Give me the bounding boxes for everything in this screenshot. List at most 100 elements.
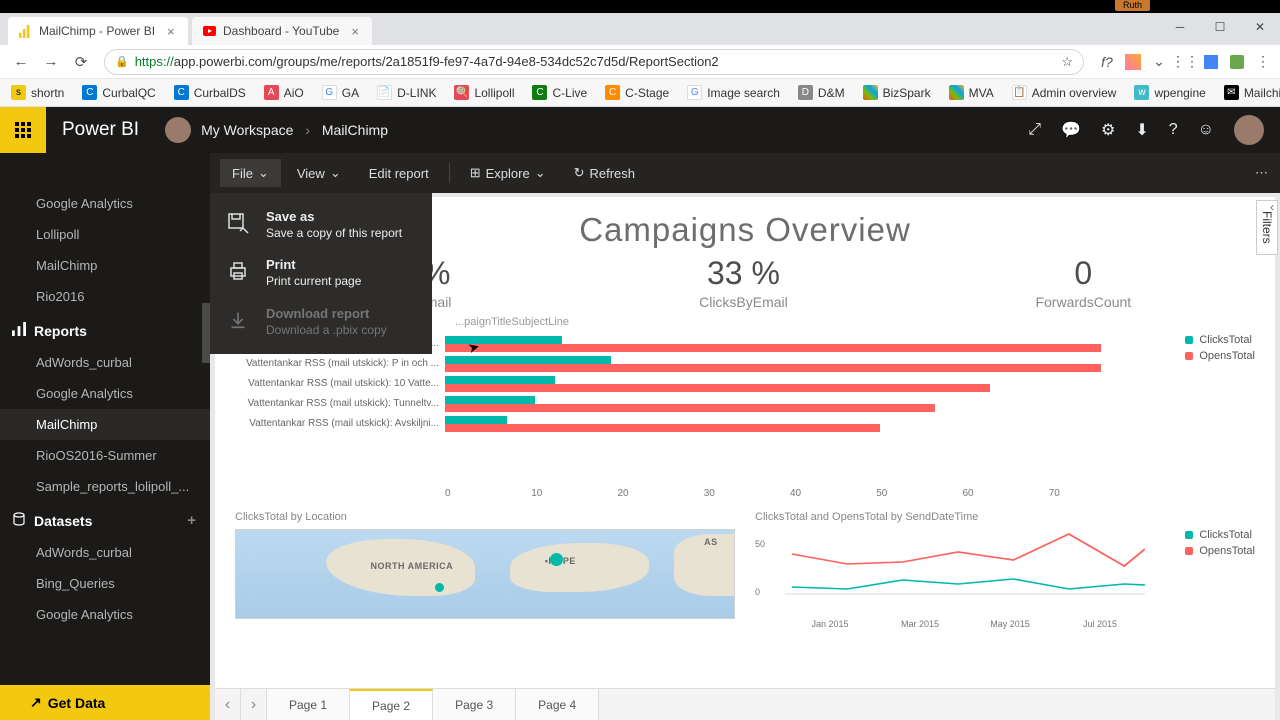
comment-icon[interactable]: 💬: [1061, 120, 1081, 140]
sidebar-report-item[interactable]: RioOS2016-Summer: [0, 440, 210, 471]
bookmark-item[interactable]: 📄D-LINK: [372, 82, 441, 103]
arrow-icon: ↗: [30, 694, 42, 711]
page-tab[interactable]: Page 3: [433, 689, 516, 720]
app-launcher-button[interactable]: [0, 107, 46, 153]
help-icon[interactable]: ?: [1169, 121, 1178, 139]
map-visual[interactable]: ClicksTotal by Location NORTH AMERICA •R…: [235, 511, 735, 629]
settings-icon[interactable]: ⚙: [1101, 120, 1115, 140]
sidebar: Google Analytics Lollipoll MailChimp Rio…: [0, 153, 210, 720]
reload-button[interactable]: ⟳: [66, 47, 96, 77]
bookmark-item[interactable]: DD&M: [793, 82, 850, 103]
get-data-button[interactable]: ↗ Get Data: [0, 685, 210, 720]
f-question-icon[interactable]: f?: [1096, 51, 1118, 73]
sidebar-dataset-item[interactable]: AdWords_curbal: [0, 537, 210, 568]
expand-icon[interactable]: ⤢: [1028, 121, 1041, 139]
tab-close-icon[interactable]: ×: [167, 24, 175, 39]
bookmark-item[interactable]: sshortn: [6, 82, 69, 103]
bookmark-item[interactable]: MVA: [944, 82, 999, 103]
chevron-right-icon: ›: [305, 122, 310, 138]
sidebar-reports-header[interactable]: Reports: [0, 312, 210, 347]
bookmark-item[interactable]: 🍭Lollipoll: [449, 82, 519, 103]
sidebar-report-item[interactable]: AdWords_curbal: [0, 347, 210, 378]
add-dataset-icon[interactable]: +: [187, 512, 196, 529]
bookmark-item[interactable]: CCurbalDS: [169, 82, 251, 103]
bookmark-star-icon[interactable]: ☆: [1061, 54, 1073, 70]
breadcrumb-report[interactable]: MailChimp: [322, 122, 388, 138]
breadcrumb-workspace[interactable]: My Workspace: [201, 122, 293, 138]
url-input[interactable]: 🔒 https://app.powerbi.com/groups/me/repo…: [104, 49, 1084, 75]
youtube-favicon-icon: [202, 24, 216, 38]
sidebar-scrollbar[interactable]: [202, 303, 210, 363]
page-tab[interactable]: Page 1: [267, 689, 350, 720]
bookmark-item[interactable]: CC-Live: [527, 82, 592, 103]
bookmark-item[interactable]: 📋Admin overview: [1007, 82, 1122, 103]
bar-chart-visual[interactable]: Vattentankar RSS (mail utskick): Ár SBR …: [235, 334, 1255, 484]
save-as-icon: [224, 209, 252, 237]
sidebar-report-item[interactable]: Google Analytics: [0, 378, 210, 409]
sidebar-dataset-item[interactable]: Bing_Queries: [0, 568, 210, 599]
lock-icon: 🔒: [115, 55, 129, 68]
ext-icon-3[interactable]: [1200, 51, 1222, 73]
ext-icon-1[interactable]: [1122, 51, 1144, 73]
sidebar-item[interactable]: Lollipoll: [0, 219, 210, 250]
refresh-button[interactable]: ↻ Refresh: [562, 159, 647, 187]
line-chart-x-axis: Jan 2015Mar 2015May 2015Jul 2015: [755, 619, 1255, 629]
edit-report-button[interactable]: Edit report: [357, 160, 441, 187]
save-as-menu-item[interactable]: Save as Save a copy of this report: [210, 201, 432, 249]
line-chart-legend: ClicksTotal OpensTotal: [1185, 529, 1255, 557]
sidebar-dataset-item[interactable]: Google Analytics: [0, 599, 210, 630]
explore-button[interactable]: ⊞ Explore ⌄: [458, 159, 558, 187]
sidebar-report-item[interactable]: Sample_reports_lolipoll_...: [0, 471, 210, 502]
window-close-button[interactable]: ✕: [1240, 13, 1280, 41]
browser-tab-youtube[interactable]: Dashboard - YouTube ×: [192, 17, 372, 45]
page-next-button[interactable]: ›: [241, 689, 267, 720]
filters-collapse-icon[interactable]: ‹: [1270, 200, 1274, 214]
browser-tab-powerbi[interactable]: MailChimp - Power BI ×: [8, 17, 188, 45]
bookmark-item[interactable]: GImage search: [682, 82, 785, 103]
view-menu-button[interactable]: View ⌄: [285, 159, 353, 187]
print-icon: [224, 257, 252, 285]
back-button[interactable]: ←: [6, 47, 36, 77]
download-icon: [224, 306, 252, 334]
bookmark-item[interactable]: GGA: [317, 82, 364, 103]
sidebar-item[interactable]: Rio2016: [0, 281, 210, 312]
sidebar-item[interactable]: Google Analytics: [0, 188, 210, 219]
ext-icon-2[interactable]: ⋮⋮: [1174, 51, 1196, 73]
print-menu-item[interactable]: Print Print current page: [210, 249, 432, 297]
sidebar-report-item[interactable]: MailChimp: [0, 409, 210, 440]
bookmark-item[interactable]: wwpengine: [1129, 82, 1210, 103]
bookmark-item[interactable]: CC-Stage: [600, 82, 674, 103]
more-options-button[interactable]: ⋯: [1255, 165, 1268, 181]
tab-close-icon[interactable]: ×: [351, 24, 359, 39]
bookmark-item[interactable]: BizSpark: [858, 82, 936, 103]
file-menu-button[interactable]: File ⌄: [220, 159, 281, 187]
download-icon[interactable]: ⬇: [1135, 120, 1148, 140]
page-prev-button[interactable]: ‹: [215, 689, 241, 720]
window-minimize-button[interactable]: ─: [1160, 13, 1200, 41]
forward-button[interactable]: →: [36, 47, 66, 77]
line-chart-visual[interactable]: ClicksTotal and OpensTotal by SendDateTi…: [755, 511, 1255, 629]
file-dropdown-menu: Save as Save a copy of this report Print…: [210, 193, 432, 354]
sidebar-datasets-header[interactable]: Datasets +: [0, 502, 210, 537]
tab-title: MailChimp - Power BI: [39, 24, 155, 38]
database-icon: [12, 512, 26, 529]
download-report-menu-item: Download report Download a .pbix copy: [210, 298, 432, 346]
smile-icon[interactable]: ☺: [1198, 121, 1214, 139]
breadcrumb: My Workspace › MailChimp: [201, 122, 388, 138]
sidebar-item[interactable]: MailChimp: [0, 250, 210, 281]
filters-pane-toggle[interactable]: Filters: [1256, 200, 1278, 255]
user-avatar[interactable]: [1234, 115, 1264, 145]
chrome-menu-button[interactable]: ⋮: [1252, 51, 1274, 73]
bookmark-item[interactable]: ✉Mailchimp: [1219, 82, 1280, 103]
window-maximize-button[interactable]: ☐: [1200, 13, 1240, 41]
bookmark-item[interactable]: AAiO: [259, 82, 309, 103]
page-tab[interactable]: Page 4: [516, 689, 599, 720]
address-bar: ← → ⟳ 🔒 https://app.powerbi.com/groups/m…: [0, 45, 1280, 79]
tab-title: Dashboard - YouTube: [223, 24, 339, 38]
page-tab[interactable]: Page 2: [350, 689, 433, 720]
ext-icon-4[interactable]: [1226, 51, 1248, 73]
browser-chrome: MailChimp - Power BI × Dashboard - YouTu…: [0, 13, 1280, 107]
bar-chart-icon: [12, 322, 26, 339]
bookmark-item[interactable]: CCurbalQC: [77, 82, 160, 103]
pocket-icon[interactable]: ⌄: [1148, 51, 1170, 73]
